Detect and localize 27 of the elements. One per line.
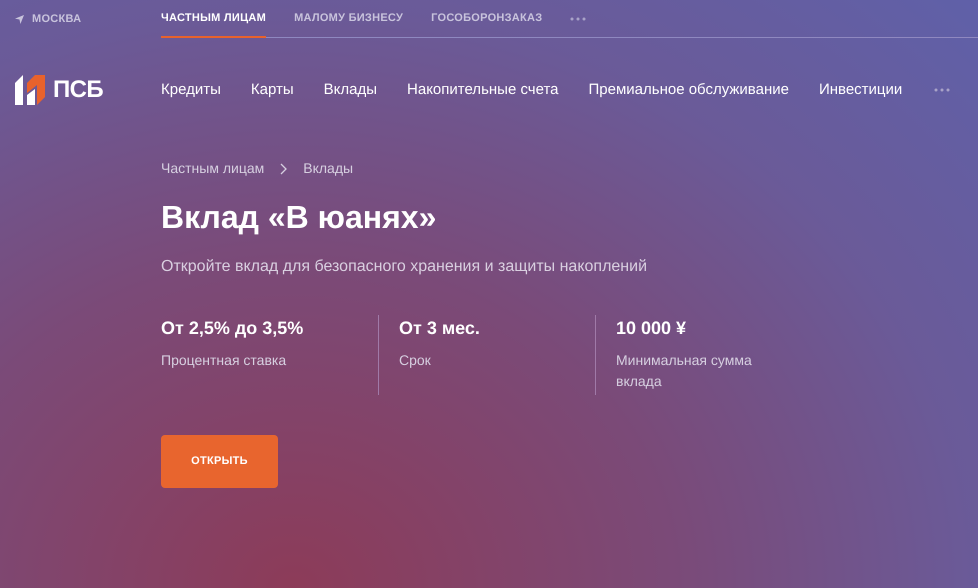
more-icon[interactable]: [934, 88, 950, 92]
segment-tab[interactable]: МАЛОМУ БИЗНЕСУ: [294, 0, 404, 38]
fact-value: От 2,5% до 3,5%: [161, 317, 304, 340]
fact-label: Минимальная сумма вклада: [616, 351, 753, 391]
location-arrow-icon: [15, 14, 24, 24]
chevron-right-icon: [280, 162, 288, 174]
logo-text: ПСБ: [53, 75, 104, 105]
breadcrumb-link[interactable]: Частным лицам: [161, 158, 264, 179]
nav-link[interactable]: Накопительные счета: [407, 78, 558, 102]
nav-link[interactable]: Вклады: [324, 78, 378, 102]
nav-link[interactable]: Премиальное обслуживание: [588, 78, 789, 102]
nav-link[interactable]: Кредиты: [161, 78, 221, 102]
more-icon[interactable]: [570, 16, 586, 20]
segment-tab[interactable]: ЧАСТНЫМ ЛИЦАМ: [161, 0, 266, 38]
fact-value: 10 000 ¥: [616, 317, 688, 340]
page-subtitle: Откройте вклад для безопасного хранения и защиты накоплений: [161, 257, 648, 277]
fact-label: Процентная ставка: [161, 351, 288, 370]
logo-icon: [15, 75, 45, 105]
fact-value: От 3 мес.: [399, 317, 481, 340]
fact-label: Срок: [399, 351, 432, 370]
segment-tab[interactable]: ГОСОБОРОНЗАКАЗ: [431, 0, 542, 38]
page-title: Вклад «В юанях»: [161, 198, 438, 237]
open-button[interactable]: ОТКРЫТЬ: [161, 435, 278, 488]
breadcrumb-current: Вклады: [303, 159, 354, 178]
city-link[interactable]: МОСКВА: [32, 10, 82, 28]
nav-link[interactable]: Карты: [250, 78, 294, 102]
nav-link[interactable]: Инвестиции: [818, 78, 902, 102]
